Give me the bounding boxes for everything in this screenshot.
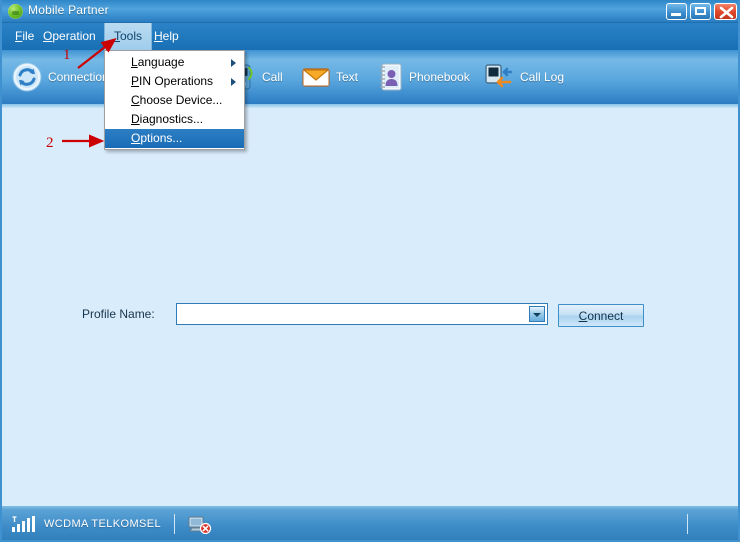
toolbar-label-phonebook: Phonebook: [409, 70, 470, 84]
menu-file-rest: ile: [22, 29, 35, 43]
menu-option-choose-device[interactable]: Choose Device...: [105, 91, 244, 110]
status-bar: WCDMA TELKOMSEL: [2, 506, 738, 540]
profile-name-input[interactable]: [180, 307, 520, 321]
toolbar-label-call: Call: [262, 70, 283, 84]
menu-help-rest: elp: [162, 29, 179, 43]
window-title: Mobile Partner: [28, 3, 109, 17]
submenu-arrow-icon: [231, 59, 236, 67]
menu-item-operation[interactable]: Operation: [34, 23, 105, 50]
menu-option-language-rest: anguage: [137, 55, 185, 69]
signal-bars-icon: [12, 516, 35, 532]
toolbar-label-call-log: Call Log: [520, 70, 565, 84]
toolbar-label-text: Text: [336, 70, 359, 84]
toolbar-button-text[interactable]: Text: [302, 58, 358, 96]
annotation-number-2: 2: [46, 135, 54, 151]
menu-option-diagnostics-rest: iagnostics...: [139, 112, 204, 126]
tools-dropdown-menu: Language PIN Operations Choose Device...…: [104, 50, 245, 150]
network-status-text: WCDMA TELKOMSEL: [44, 518, 162, 530]
menu-option-pin-operations[interactable]: PIN Operations: [105, 72, 244, 91]
menu-operation-rest: peration: [52, 29, 96, 43]
app-logo-icon: [8, 4, 23, 19]
annotation-number-1: 1: [63, 47, 71, 63]
menu-option-options-rest: ptions...: [140, 131, 183, 145]
envelope-icon: [302, 68, 330, 87]
computer-disconnected-icon[interactable]: [188, 516, 212, 534]
submenu-arrow-icon: [231, 78, 236, 86]
toolbar-button-phonebook[interactable]: Phonebook: [377, 58, 470, 96]
combobox-dropdown-button[interactable]: [529, 306, 545, 322]
title-bar: Mobile Partner: [2, 0, 738, 23]
menu-tools-rest: ools: [120, 29, 143, 43]
menu-option-language[interactable]: Language: [105, 53, 244, 72]
menu-option-pin-rest: IN Operations: [139, 74, 214, 88]
call-log-icon: [485, 64, 513, 88]
close-button[interactable]: [714, 3, 737, 20]
minimize-button[interactable]: [666, 3, 687, 20]
connect-button[interactable]: Connect: [558, 304, 644, 327]
toolbar-button-connection[interactable]: Connection: [12, 58, 109, 96]
connect-label-rest: onnect: [587, 308, 624, 323]
menu-option-diagnostics[interactable]: Diagnostics...: [105, 110, 244, 129]
statusbar-separator: [687, 514, 688, 534]
menu-bar: File Operation Tools Help: [2, 23, 738, 50]
contacts-book-icon: [380, 63, 402, 91]
profile-name-label: Profile Name:: [82, 307, 155, 321]
close-icon: [719, 6, 734, 19]
statusbar-separator: [174, 514, 175, 534]
refresh-circle-icon: [12, 62, 42, 92]
menu-option-choose-device-rest: hoose Device...: [139, 93, 223, 107]
toolbar-button-call-log[interactable]: Call Log: [484, 58, 564, 96]
menu-item-help[interactable]: Help: [145, 23, 188, 50]
maximize-button[interactable]: [690, 3, 711, 20]
profile-name-combobox[interactable]: [176, 303, 548, 325]
menu-option-options[interactable]: Options...: [105, 129, 244, 148]
mobile-partner-window: Mobile Partner File Operation Tools Help: [0, 0, 740, 542]
toolbar-label-connection: Connection: [48, 70, 109, 84]
content-area: Profile Name: Connect www.itwae.blogspot…: [2, 108, 738, 498]
